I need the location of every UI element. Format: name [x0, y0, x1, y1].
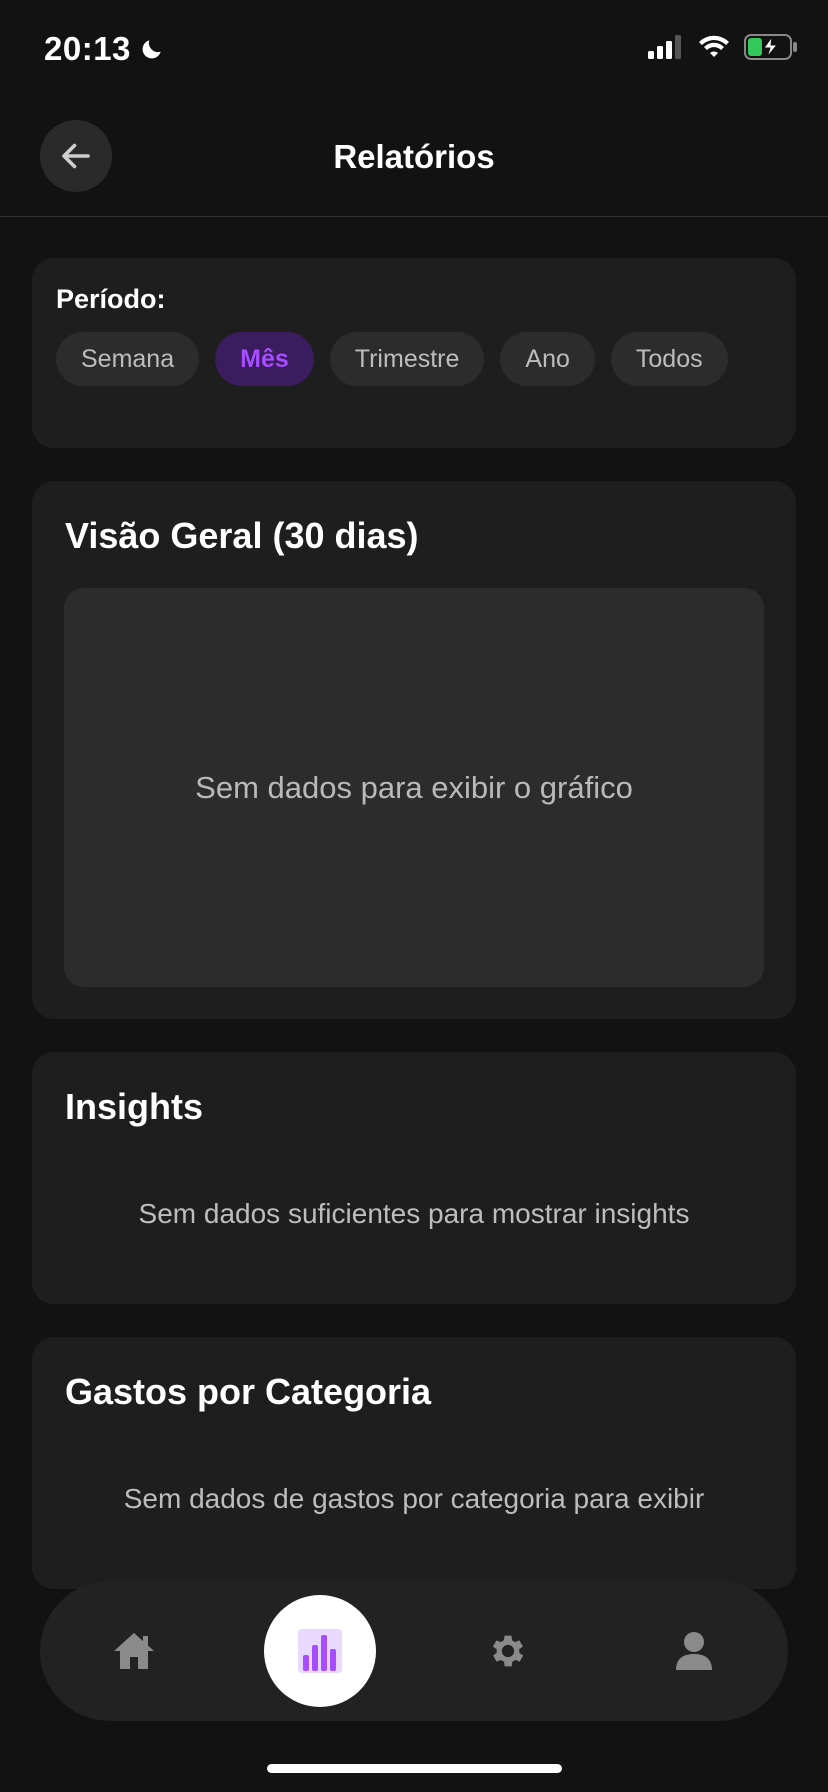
signal-icon: [648, 35, 681, 59]
period-card: Período: Semana Mês Trimestre Ano Todos: [32, 258, 796, 448]
period-label: Período:: [56, 284, 166, 314]
status-time-text: 20:13: [44, 30, 131, 67]
overview-card: Visão Geral (30 dias) Sem dados para exi…: [32, 481, 796, 1019]
page-title: Relatórios: [333, 138, 495, 175]
header: Relatórios: [0, 100, 828, 217]
user-icon: [676, 1632, 712, 1670]
nav-home[interactable]: [84, 1581, 184, 1721]
status-bar: 20:13: [0, 0, 828, 100]
nav-reports[interactable]: [264, 1595, 376, 1707]
insights-empty-message: Sem dados suficientes para mostrar insig…: [138, 1198, 690, 1229]
chart-empty-message: Sem dados para exibir o gráfico: [195, 769, 633, 805]
battery-charging-icon: [744, 34, 797, 60]
insights-title: Insights: [65, 1086, 204, 1127]
chart-placeholder: Sem dados para exibir o gráfico: [64, 588, 764, 987]
category-empty-message: Sem dados de gastos por categoria para e…: [123, 1483, 705, 1514]
home-indicator: [267, 1764, 562, 1773]
period-chip-ano[interactable]: Ano: [500, 332, 595, 386]
moon-icon: [142, 40, 161, 59]
status-time: 20:13: [44, 30, 165, 68]
nav-settings[interactable]: [458, 1581, 558, 1721]
wifi-icon: [699, 35, 729, 57]
bar-chart-icon: [298, 1629, 342, 1673]
category-card: Gastos por Categoria Sem dados de gastos…: [32, 1337, 796, 1589]
period-chips: Semana Mês Trimestre Ano Todos: [56, 332, 728, 386]
home-icon: [114, 1633, 154, 1669]
bottom-nav: [40, 1581, 788, 1721]
period-chip-mes[interactable]: Mês: [215, 332, 314, 386]
period-chip-todos[interactable]: Todos: [610, 332, 728, 386]
status-icons: [648, 34, 798, 60]
insights-card: Insights Sem dados suficientes para most…: [32, 1052, 796, 1304]
period-chip-semana[interactable]: Semana: [56, 332, 200, 386]
category-title: Gastos por Categoria: [65, 1371, 432, 1412]
gear-icon: [492, 1635, 524, 1667]
nav-profile[interactable]: [644, 1581, 744, 1721]
period-chip-trimestre[interactable]: Trimestre: [329, 332, 485, 386]
overview-title: Visão Geral (30 dias): [65, 515, 419, 556]
